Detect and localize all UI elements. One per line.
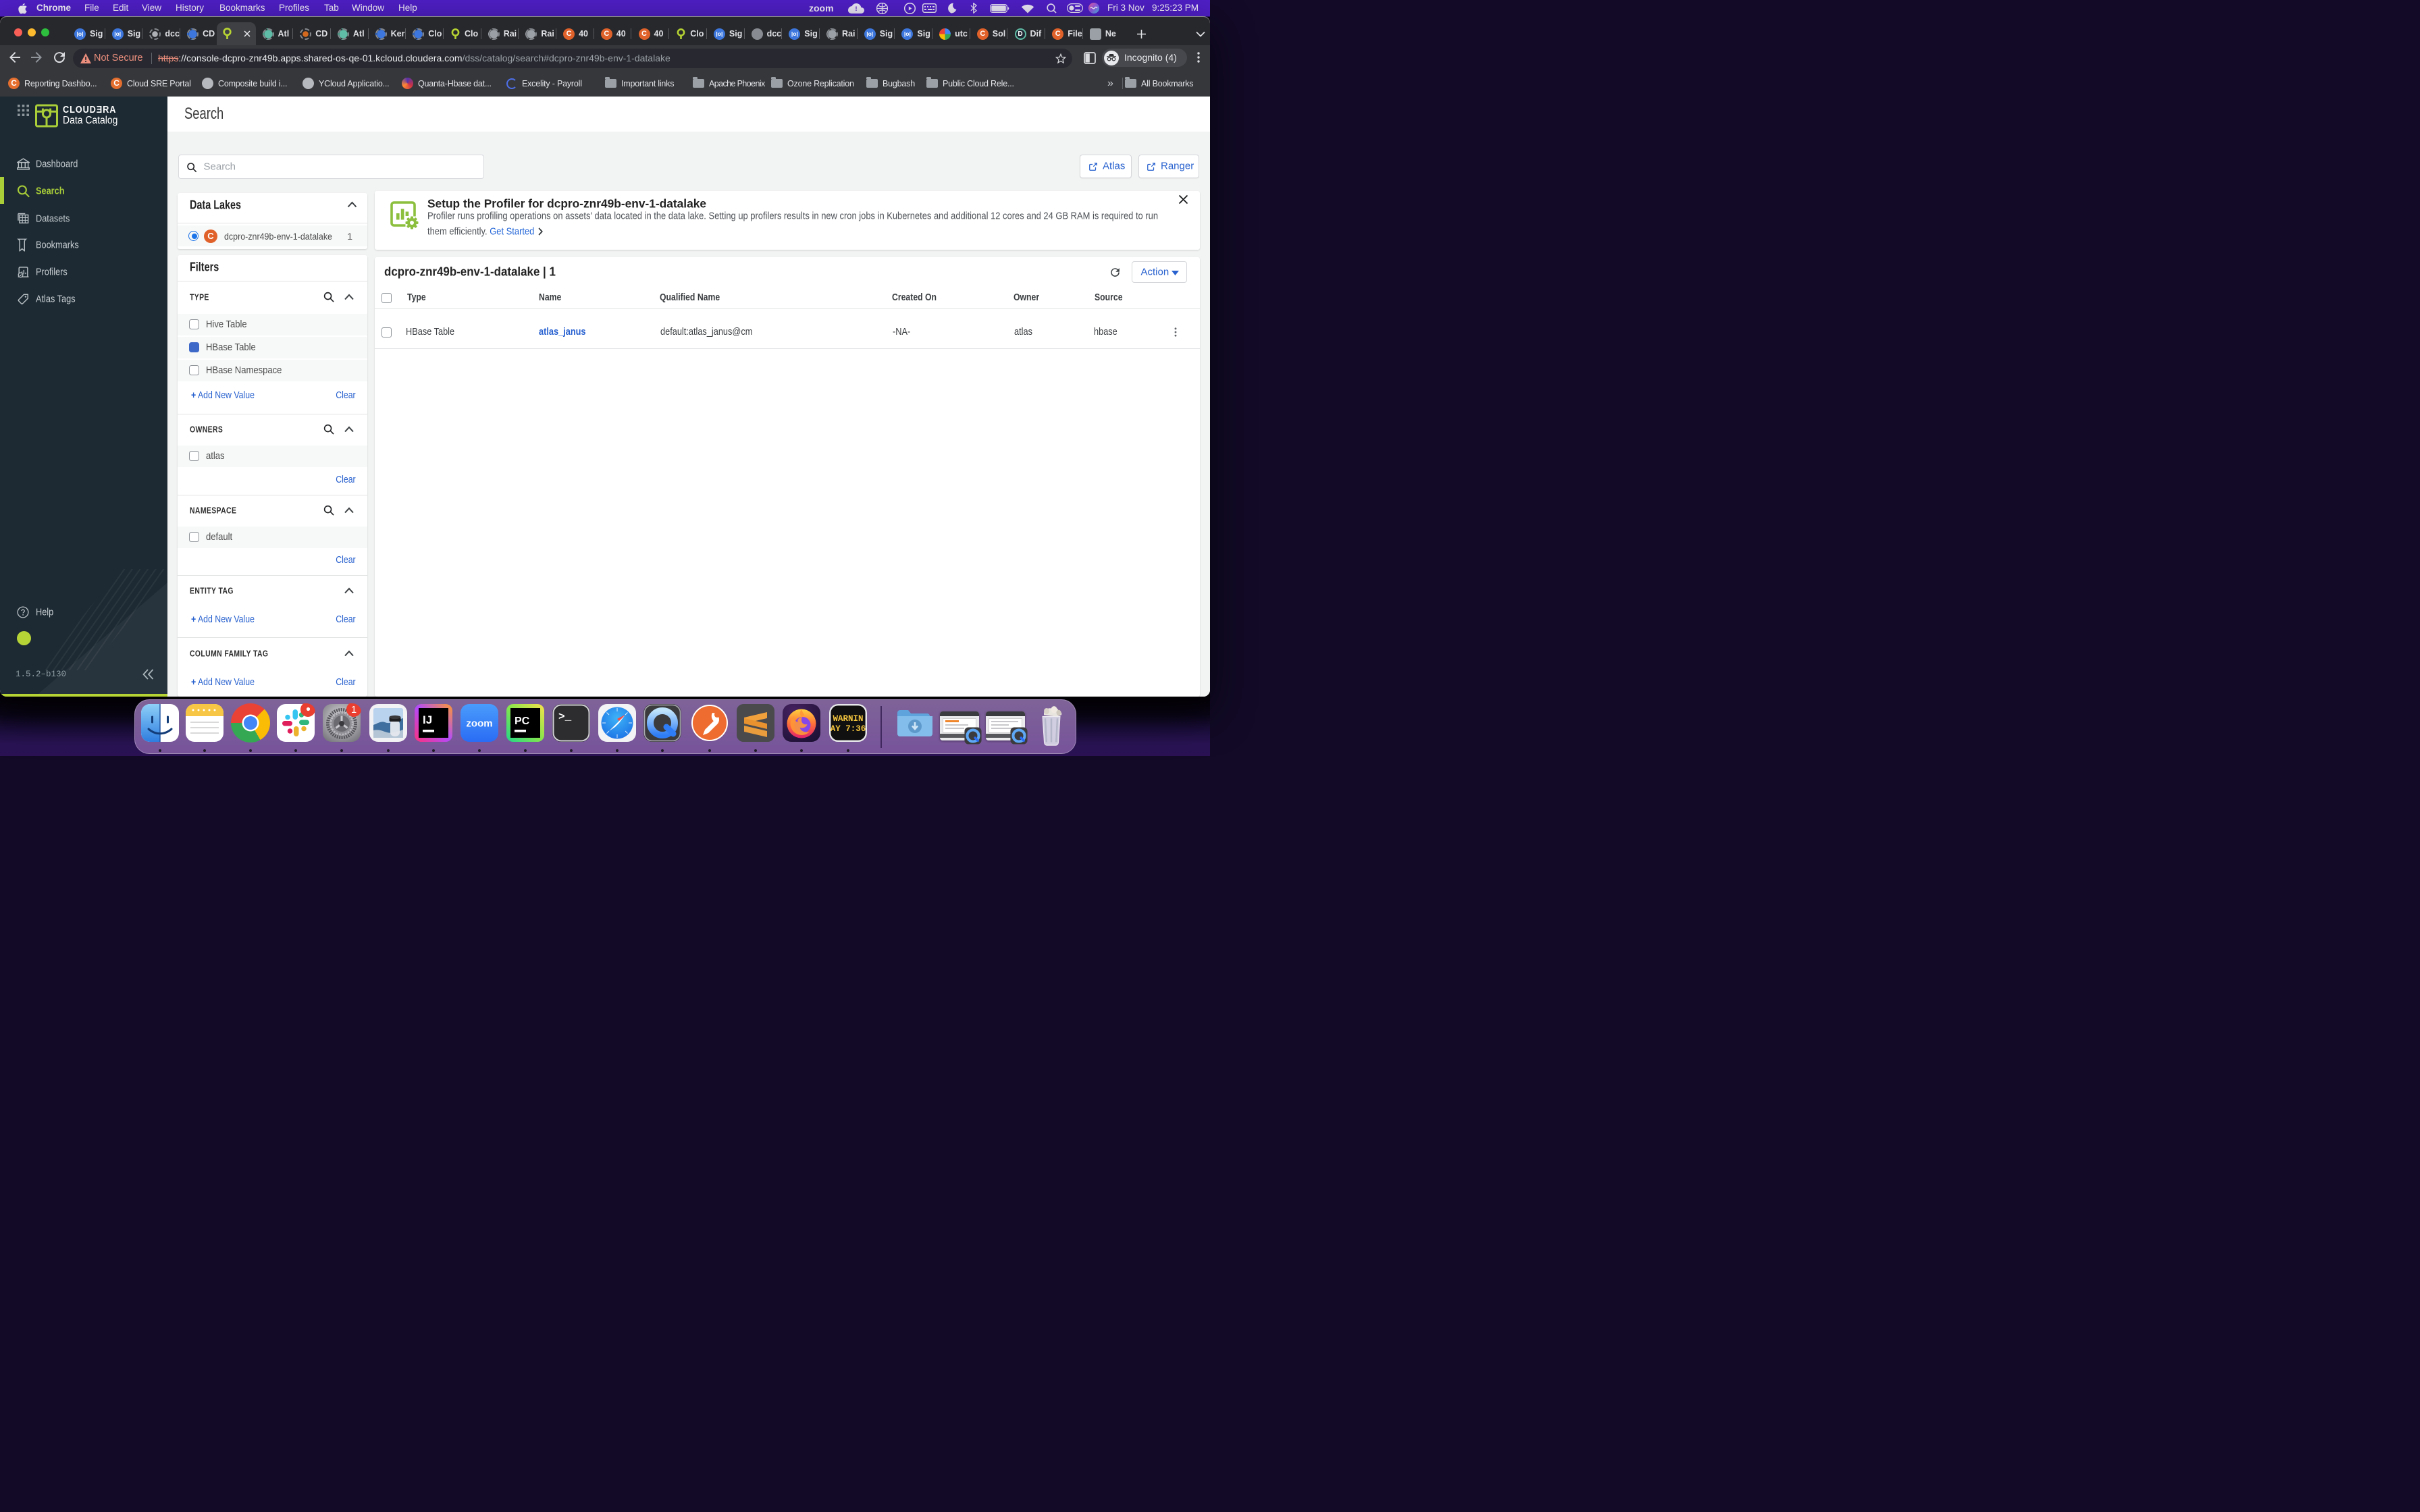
svg-text:PC: PC [515, 716, 530, 727]
svg-text:WARNIN: WARNIN [833, 714, 863, 724]
svg-text:IJ: IJ [423, 713, 432, 726]
svg-text:1: 1 [351, 704, 357, 716]
svg-text:>_: >_ [558, 711, 572, 723]
svg-text:!: ! [856, 5, 858, 12]
svg-text:AY 7:36: AY 7:36 [831, 724, 866, 734]
svg-text:zoom: zoom [466, 718, 492, 730]
